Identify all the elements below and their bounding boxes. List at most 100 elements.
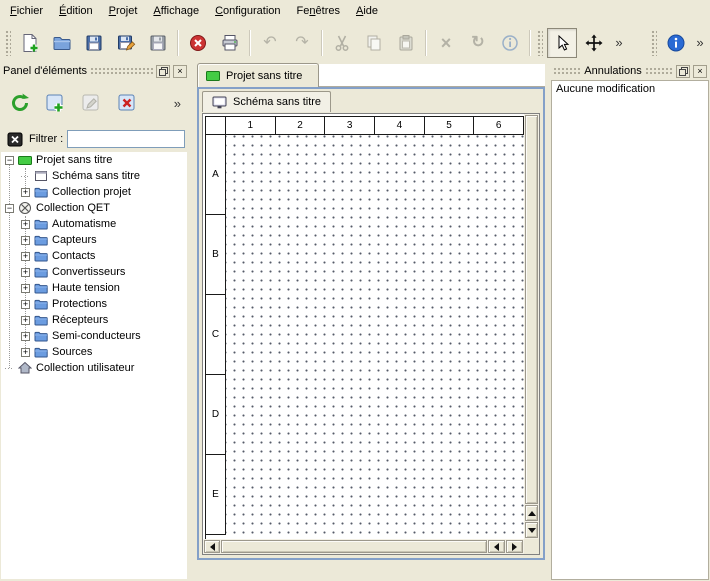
reload-collections-button[interactable] xyxy=(5,88,35,118)
elements-toolbar-overflow-button[interactable]: » xyxy=(174,96,185,111)
close-dock-button[interactable]: × xyxy=(693,65,707,78)
float-dock-button[interactable] xyxy=(156,65,170,78)
menu-configuration[interactable]: Configuration xyxy=(207,0,288,23)
ruler-column-label: 3 xyxy=(325,117,375,135)
tab-projet-sans-titre[interactable]: Projet sans titre xyxy=(197,63,319,87)
elements-panel-title: Panel d'éléments xyxy=(3,65,87,77)
open-project-button[interactable] xyxy=(47,28,77,58)
elements-panel-titlebar[interactable]: Panel d'éléments × xyxy=(0,62,190,80)
diagram-canvas[interactable] xyxy=(226,135,524,539)
copy-button[interactable] xyxy=(359,28,389,58)
cut-button[interactable] xyxy=(327,28,357,58)
menu-fenetres[interactable]: Fenêtres xyxy=(289,0,348,23)
expand-icon[interactable]: + xyxy=(21,268,30,277)
tree-item-collection-projet[interactable]: + Collection projet xyxy=(1,184,187,200)
tree-item-projet-sans-titre[interactable]: − Projet sans titre xyxy=(1,152,187,168)
move-tool-button[interactable] xyxy=(579,28,609,58)
ruler-column-label: 5 xyxy=(425,117,475,135)
delete-button[interactable]: × xyxy=(431,28,461,58)
rotate-button[interactable]: ↻ xyxy=(463,28,493,58)
expand-icon[interactable]: + xyxy=(21,348,30,357)
menu-edition[interactable]: Édition xyxy=(51,0,101,23)
paste-button[interactable] xyxy=(391,28,421,58)
close-file-button[interactable] xyxy=(183,28,213,58)
ruler-row-label: E xyxy=(206,455,226,535)
expand-icon[interactable]: + xyxy=(21,332,30,341)
save-all-button[interactable] xyxy=(143,28,173,58)
collapse-icon[interactable]: − xyxy=(5,156,14,165)
tree-item-collection-utilisateur[interactable]: Collection utilisateur xyxy=(1,360,187,376)
tree-item-protections[interactable]: + Protections xyxy=(1,296,187,312)
project-icon xyxy=(206,71,220,81)
undo-button[interactable]: ↶ xyxy=(255,28,285,58)
delete-element-button[interactable] xyxy=(113,88,143,118)
print-button[interactable] xyxy=(215,28,245,58)
expand-icon[interactable]: + xyxy=(21,300,30,309)
float-dock-button[interactable] xyxy=(676,65,690,78)
vertical-scrollbar[interactable] xyxy=(524,114,539,539)
tree-item-capteurs[interactable]: + Capteurs xyxy=(1,232,187,248)
expand-icon[interactable]: + xyxy=(21,316,30,325)
close-dock-button[interactable]: × xyxy=(173,65,187,78)
tree-item-contacts[interactable]: + Contacts xyxy=(1,248,187,264)
tree-item-label: Haute tension xyxy=(52,282,120,294)
tree-item-schema-sans-titre[interactable]: Schéma sans titre xyxy=(1,168,187,184)
toolbar-grip[interactable] xyxy=(651,30,657,56)
dock-grip[interactable] xyxy=(553,67,581,75)
tree-item-recepteurs[interactable]: + Récepteurs xyxy=(1,312,187,328)
toolbar-overflow-button-right[interactable]: » xyxy=(693,28,707,58)
tree-item-semi-conducteurs[interactable]: + Semi-conducteurs xyxy=(1,328,187,344)
tree-item-automatisme[interactable]: + Automatisme xyxy=(1,216,187,232)
expand-icon[interactable]: + xyxy=(21,236,30,245)
redo-button[interactable]: ↷ xyxy=(287,28,317,58)
tree-item-label: Schéma sans titre xyxy=(52,170,140,182)
new-document-button[interactable] xyxy=(15,28,45,58)
save-button[interactable] xyxy=(79,28,109,58)
tree-item-label: Capteurs xyxy=(52,234,97,246)
new-element-icon xyxy=(44,91,68,115)
tree-item-collection-qet[interactable]: − Collection QET xyxy=(1,200,187,216)
filter-input[interactable] xyxy=(67,130,185,148)
float-icon xyxy=(159,67,168,76)
clear-filter-button[interactable] xyxy=(5,129,25,149)
scroll-down-button[interactable] xyxy=(525,522,538,538)
tree-item-convertisseurs[interactable]: + Convertisseurs xyxy=(1,264,187,280)
new-element-button[interactable] xyxy=(41,88,71,118)
toolbar-grip[interactable] xyxy=(5,30,11,56)
edit-element-button[interactable] xyxy=(77,88,107,118)
select-tool-button[interactable] xyxy=(547,28,577,58)
undo-panel-dock: Annulations × Aucune modification xyxy=(550,62,710,581)
toolbar-grip[interactable] xyxy=(537,30,543,56)
menu-affichage[interactable]: Affichage xyxy=(145,0,207,23)
scroll-right-button[interactable] xyxy=(506,540,523,553)
tab-schema-sans-titre[interactable]: Schéma sans titre xyxy=(202,91,331,112)
diagram-info-button[interactable] xyxy=(495,28,525,58)
collapse-icon[interactable]: − xyxy=(5,204,14,213)
dock-grip[interactable] xyxy=(645,67,673,75)
vertical-scrollbar-thumb[interactable] xyxy=(525,115,538,504)
tree-item-label: Projet sans titre xyxy=(36,154,112,166)
tree-item-sources[interactable]: + Sources xyxy=(1,344,187,360)
expand-icon[interactable]: + xyxy=(21,220,30,229)
scroll-left-button[interactable] xyxy=(204,540,220,553)
about-qet-button[interactable] xyxy=(661,28,691,58)
expand-icon[interactable]: + xyxy=(21,252,30,261)
menu-fichier[interactable]: Fichier xyxy=(2,0,51,23)
undo-panel-titlebar[interactable]: Annulations × xyxy=(550,62,710,80)
menu-aide[interactable]: Aide xyxy=(348,0,386,23)
tree-item-haute-tension[interactable]: + Haute tension xyxy=(1,280,187,296)
save-as-button[interactable] xyxy=(111,28,141,58)
expand-icon[interactable]: + xyxy=(21,188,30,197)
horizontal-scrollbar[interactable] xyxy=(203,539,524,554)
toolbar-separator xyxy=(249,30,251,56)
menu-projet[interactable]: Projet xyxy=(101,0,146,23)
scroll-up-button[interactable] xyxy=(525,505,538,521)
horizontal-scrollbar-thumb[interactable] xyxy=(221,540,487,553)
scroll-left-button-2[interactable] xyxy=(488,540,505,553)
cursor-arrow-icon xyxy=(552,33,572,53)
dock-grip[interactable] xyxy=(90,67,153,75)
expand-icon[interactable]: + xyxy=(21,284,30,293)
toolbar-overflow-button[interactable]: » xyxy=(611,28,627,58)
undo-history-list[interactable]: Aucune modification xyxy=(551,80,709,580)
overflow-icon: » xyxy=(615,36,622,49)
